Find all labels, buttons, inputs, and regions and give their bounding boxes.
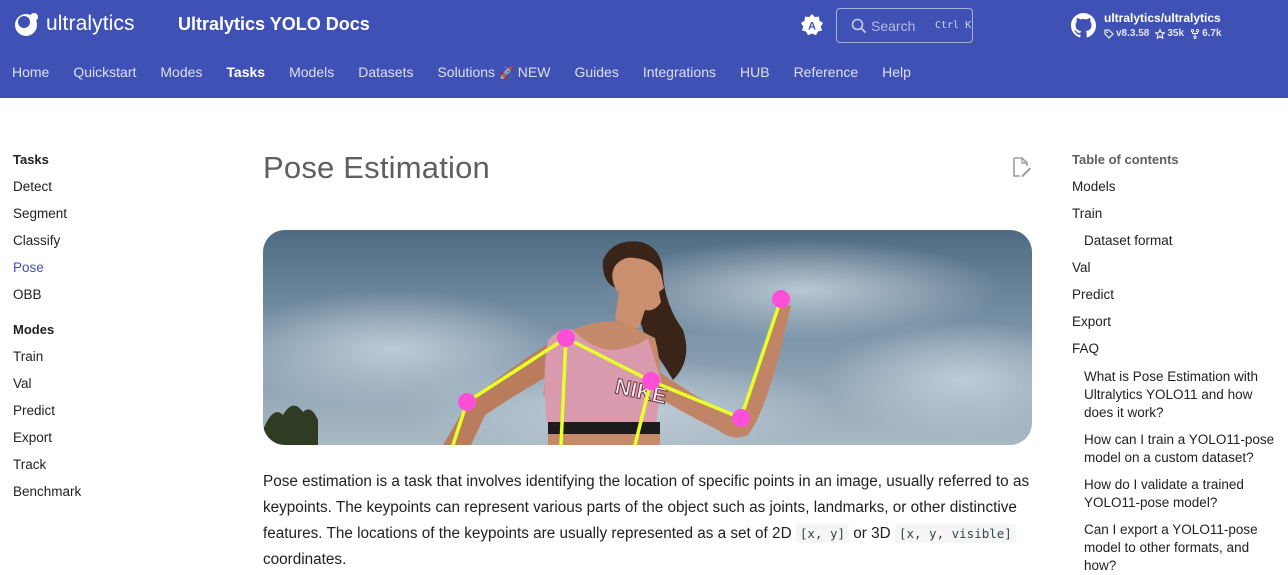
tab-solutions[interactable]: Solutions 🚀 NEW xyxy=(437,64,550,86)
sidebar-item-train[interactable]: Train xyxy=(13,349,173,365)
page-title: Pose Estimation xyxy=(263,150,490,185)
intro-paragraph: Pose estimation is a task that involves … xyxy=(263,469,1038,573)
search-box[interactable]: Ctrl K xyxy=(836,8,973,43)
table-of-contents: Table of contents Models Train Dataset f… xyxy=(1072,152,1282,575)
left-sidebar: Tasks Detect Segment Classify Pose OBB M… xyxy=(13,152,173,511)
repo-stars: 35k xyxy=(1167,28,1185,39)
sidebar-item-track[interactable]: Track xyxy=(13,457,173,473)
sidebar-item-classify[interactable]: Classify xyxy=(13,233,173,249)
tab-quickstart[interactable]: Quickstart xyxy=(73,64,136,86)
site-title[interactable]: Ultralytics YOLO Docs xyxy=(178,14,370,35)
search-input[interactable] xyxy=(871,17,931,34)
tab-solutions-label: Solutions xyxy=(437,64,496,80)
tab-reference[interactable]: Reference xyxy=(794,64,859,86)
sidebar-item-detect[interactable]: Detect xyxy=(13,179,173,195)
tab-solutions-badge: NEW xyxy=(517,64,551,80)
sidebar-item-benchmark[interactable]: Benchmark xyxy=(13,484,173,500)
logo-text: ultralytics xyxy=(46,12,135,35)
tabs-nav: Home Quickstart Modes Tasks Models Datas… xyxy=(0,64,935,86)
repo-forks: 6.7k xyxy=(1202,28,1222,39)
intro-text-3: coordinates. xyxy=(263,551,347,568)
sidebar-item-obb[interactable]: OBB xyxy=(13,287,173,303)
toc-item-models[interactable]: Models xyxy=(1072,179,1282,195)
github-icon xyxy=(1071,13,1096,38)
tab-datasets[interactable]: Datasets xyxy=(358,64,413,86)
site-header: ultralytics Ultralytics YOLO Docs A Ctrl… xyxy=(0,0,1288,98)
sidebar-item-val[interactable]: Val xyxy=(13,376,173,392)
sidebar-item-predict[interactable]: Predict xyxy=(13,403,173,419)
intro-text-2: or 3D xyxy=(849,525,895,542)
svg-text:A: A xyxy=(808,21,816,33)
tab-tasks[interactable]: Tasks xyxy=(226,64,265,86)
ultralytics-logo-icon xyxy=(15,13,38,36)
code-2d-coords: [x, y] xyxy=(795,524,850,543)
tab-hub[interactable]: HUB xyxy=(740,64,770,86)
tab-home[interactable]: Home xyxy=(12,64,49,86)
repo-version: v8.3.58 xyxy=(1116,28,1150,39)
toc-item-faq[interactable]: FAQ xyxy=(1072,341,1282,357)
search-icon xyxy=(851,18,867,33)
toc-item-dataset-format[interactable]: Dataset format xyxy=(1072,233,1282,249)
tab-models[interactable]: Models xyxy=(289,64,334,86)
tab-help[interactable]: Help xyxy=(882,64,911,86)
sidebar-heading-tasks[interactable]: Tasks xyxy=(13,152,173,168)
sidebar-item-segment[interactable]: Segment xyxy=(13,206,173,222)
theme-toggle-icon[interactable]: A xyxy=(800,13,824,37)
tab-integrations[interactable]: Integrations xyxy=(643,64,716,86)
fork-icon xyxy=(1190,29,1200,39)
tab-guides[interactable]: Guides xyxy=(574,64,618,86)
repo-name: ultralytics/ultralytics xyxy=(1104,11,1221,25)
edit-page-icon[interactable] xyxy=(1010,156,1032,178)
toc-item-faq-validate[interactable]: How do I validate a trained YOLO11-pose … xyxy=(1072,476,1282,512)
sidebar-heading-modes[interactable]: Modes xyxy=(13,322,173,338)
ultralytics-logo[interactable]: ultralytics xyxy=(13,10,135,38)
toc-item-predict[interactable]: Predict xyxy=(1072,287,1282,303)
sidebar-item-export[interactable]: Export xyxy=(13,430,173,446)
toc-item-faq-train-custom[interactable]: How can I train a YOLO11-pose model on a… xyxy=(1072,431,1282,467)
toc-item-faq-what-is-pose[interactable]: What is Pose Estimation with Ultralytics… xyxy=(1072,368,1282,422)
star-icon xyxy=(1155,29,1166,39)
github-repo-link[interactable]: ultralytics/ultralytics v8.3.58 35k 6.7k xyxy=(1071,10,1222,41)
tab-modes[interactable]: Modes xyxy=(160,64,202,86)
toc-item-export[interactable]: Export xyxy=(1072,314,1282,330)
rocket-icon: 🚀 xyxy=(498,66,514,80)
toc-item-val[interactable]: Val xyxy=(1072,260,1282,276)
toc-item-train[interactable]: Train xyxy=(1072,206,1282,222)
tag-icon xyxy=(1104,29,1114,39)
sidebar-item-pose[interactable]: Pose xyxy=(13,260,173,276)
toc-item-faq-export[interactable]: Can I export a YOLO11-pose model to othe… xyxy=(1072,521,1282,575)
hero-image: NIKE xyxy=(263,230,1032,445)
search-shortcut: Ctrl K xyxy=(935,20,972,31)
code-3d-coords: [x, y, visible] xyxy=(894,524,1016,543)
toc-title: Table of contents xyxy=(1072,152,1179,167)
